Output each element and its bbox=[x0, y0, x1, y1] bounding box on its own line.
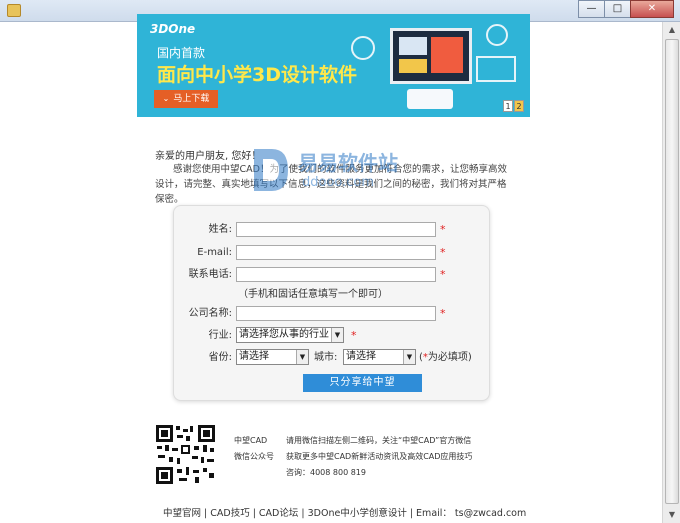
name-required-star: * bbox=[440, 223, 446, 236]
industry-required-star: * bbox=[351, 329, 357, 342]
banner-title: 面向中小学3D设计软件 bbox=[157, 64, 357, 86]
wechat-sub: 微信公众号 bbox=[234, 452, 274, 461]
footer-links[interactable]: 中望官网 | CAD技巧 | CAD论坛 | 3DOne中小学创意设计 | Em… bbox=[163, 505, 526, 519]
greeting-text: 亲爱的用户朋友, 您好！ bbox=[155, 151, 262, 162]
phone-input[interactable] bbox=[236, 267, 436, 282]
decoration-frame bbox=[476, 56, 516, 82]
wechat-desc-line2: 获取更多中望CAD新鲜活动资讯及高效CAD应用技巧 bbox=[286, 452, 473, 461]
scrollbar-thumb[interactable] bbox=[665, 39, 679, 504]
required-note: (*为必填项) bbox=[419, 349, 472, 366]
company-row: 公司名称: * bbox=[174, 305, 491, 322]
company-required-star: * bbox=[440, 307, 446, 320]
monitor-illustration bbox=[390, 28, 472, 84]
email-row: E-mail: * bbox=[174, 244, 491, 261]
watermark-logo-icon bbox=[254, 149, 288, 191]
submit-button[interactable]: 只分享给中望 bbox=[303, 374, 422, 392]
city-select[interactable]: 请选择 ▼ bbox=[343, 349, 416, 365]
site-watermark: 易易软件站 ddooo.com bbox=[250, 145, 440, 201]
required-note-text: 为必填项) bbox=[427, 352, 472, 363]
maximize-button[interactable]: □ bbox=[604, 0, 631, 18]
name-row: 姓名: * bbox=[174, 221, 491, 238]
chevron-down-icon: ⌄ bbox=[162, 94, 170, 103]
industry-label: 行业: bbox=[208, 330, 232, 341]
industry-select[interactable]: 请选择您从事的行业 ▼ bbox=[236, 327, 344, 343]
province-select[interactable]: 请选择 ▼ bbox=[236, 349, 309, 365]
phone-row: 联系电话: * bbox=[174, 266, 491, 283]
brand-logo: 3DOne bbox=[150, 22, 196, 36]
chevron-down-icon: ▼ bbox=[296, 350, 308, 364]
hotline-text: 咨询：4008 800 819 bbox=[286, 468, 366, 477]
province-select-value: 请选择 bbox=[239, 351, 269, 362]
minimize-button[interactable]: — bbox=[578, 0, 605, 18]
email-required-star: * bbox=[440, 246, 446, 259]
scroll-down-icon[interactable]: ▼ bbox=[664, 507, 680, 523]
email-input[interactable] bbox=[236, 245, 436, 260]
app-icon bbox=[7, 4, 21, 17]
phone-label: 联系电话: bbox=[188, 269, 232, 280]
promo-banner[interactable]: 3DOne 国内首款 面向中小学3D设计软件 ⌄ 马上下载 1 2 bbox=[137, 14, 530, 117]
industry-row: 行业: 请选择您从事的行业 ▼ * bbox=[174, 327, 491, 344]
wechat-desc-line1: 请用微信扫描左侧二维码，关注“中望CAD”官方微信 bbox=[286, 436, 472, 445]
download-label: 马上下载 bbox=[173, 94, 210, 104]
email-label: E-mail: bbox=[197, 247, 232, 258]
window-controls: — □ ✕ bbox=[578, 0, 674, 18]
download-button[interactable]: ⌄ 马上下载 bbox=[154, 90, 218, 108]
city-label: 城市: bbox=[314, 352, 338, 363]
decoration-circle bbox=[351, 36, 375, 60]
province-label: 省份: bbox=[208, 352, 232, 363]
chevron-down-icon: ▼ bbox=[331, 328, 343, 342]
registration-form: 姓名: * E-mail: * 联系电话: * （手机和固话任意填写一个即可） … bbox=[173, 205, 490, 401]
wechat-name: 中望CAD bbox=[234, 436, 268, 445]
banner-page-2[interactable]: 2 bbox=[514, 100, 524, 112]
chevron-down-icon: ▼ bbox=[403, 350, 415, 364]
city-select-value: 请选择 bbox=[346, 351, 376, 362]
qr-code-icon bbox=[155, 424, 216, 485]
location-row: 省份: 请选择 ▼ 城市: 请选择 ▼ (*为必填项) bbox=[174, 349, 491, 366]
phone-hint: （手机和固话任意填写一个即可） bbox=[238, 289, 388, 300]
keyboard-illustration bbox=[407, 89, 453, 109]
banner-page-1[interactable]: 1 bbox=[503, 100, 513, 112]
watermark-url: ddooo.com bbox=[302, 175, 375, 190]
phone-required-star: * bbox=[440, 268, 446, 281]
name-input[interactable] bbox=[236, 222, 436, 237]
company-label: 公司名称: bbox=[188, 308, 232, 319]
wechat-account-label: 中望CAD 微信公众号 bbox=[234, 433, 274, 465]
name-label: 姓名: bbox=[208, 224, 232, 235]
vertical-scrollbar[interactable]: ▲ ▼ bbox=[662, 22, 680, 523]
banner-subtitle: 国内首款 bbox=[157, 46, 206, 60]
company-input[interactable] bbox=[236, 306, 436, 321]
close-button[interactable]: ✕ bbox=[630, 0, 674, 18]
banner-pager: 1 2 bbox=[502, 100, 524, 112]
industry-select-value: 请选择您从事的行业 bbox=[239, 329, 329, 340]
scroll-up-icon[interactable]: ▲ bbox=[664, 22, 680, 38]
wechat-description: 请用微信扫描左侧二维码，关注“中望CAD”官方微信 获取更多中望CAD新鲜活动资… bbox=[286, 433, 526, 481]
decoration-clock bbox=[486, 24, 508, 46]
watermark-text: 易易软件站 bbox=[298, 151, 398, 175]
